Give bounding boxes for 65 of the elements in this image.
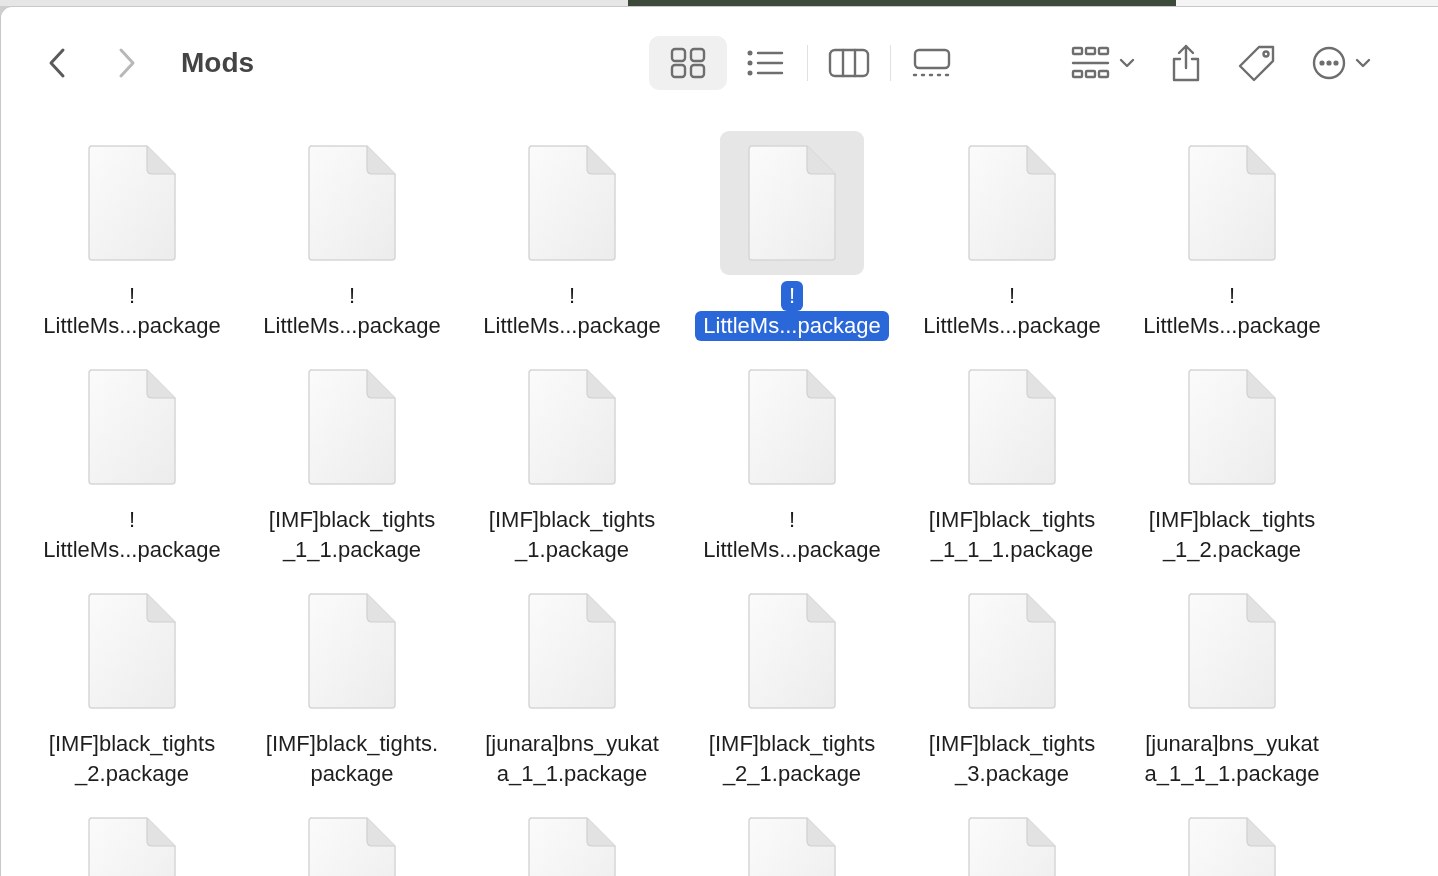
file-name: [IMF]black_tights: [927, 506, 1097, 534]
document-icon[interactable]: [747, 144, 837, 262]
document-icon[interactable]: [527, 144, 617, 262]
file-name: _2_1.package: [721, 760, 863, 788]
list-view-icon: [746, 48, 786, 78]
file-name: LittleMs...package: [922, 312, 1102, 340]
file-name: package: [309, 760, 395, 788]
file-name: [IMF]black_tights.: [264, 730, 440, 758]
folder-title: Mods: [181, 47, 256, 79]
file-name: _1_1_1.package: [929, 536, 1095, 564]
file-name: [IMF]black_tights: [267, 506, 437, 534]
view-mode-button[interactable]: [649, 36, 727, 90]
file-name: [junara]bns_yukat: [1144, 730, 1320, 758]
document-icon[interactable]: [747, 368, 837, 486]
file-name: _2.package: [73, 760, 190, 788]
file-name: [IMF]black_tights: [707, 730, 877, 758]
file-name: a_1_1_1.package: [1143, 760, 1321, 788]
file-name: !: [127, 506, 137, 534]
document-icon[interactable]: [307, 144, 397, 262]
file-name: [IMF]black_tights: [487, 506, 657, 534]
file-name: [junara]bns_yukat: [484, 730, 660, 758]
file-name: LittleMs...package: [42, 312, 222, 340]
document-icon[interactable]: [967, 144, 1057, 262]
file-name: LittleMs...package: [695, 311, 889, 341]
chevron-down-icon[interactable]: [1355, 58, 1371, 68]
file-name: !: [1227, 282, 1237, 310]
file-name: [IMF]black_tights: [47, 730, 217, 758]
document-icon[interactable]: [1187, 368, 1277, 486]
document-icon[interactable]: [307, 368, 397, 486]
file-name: _3.package: [953, 760, 1070, 788]
file-name: !: [787, 506, 797, 534]
group-grid-icon[interactable]: [1071, 46, 1111, 80]
document-icon[interactable]: [1187, 144, 1277, 262]
icon-view-icon: [670, 47, 706, 79]
document-icon[interactable]: [87, 144, 177, 262]
file-name: LittleMs...package: [702, 536, 882, 564]
file-name: !: [567, 282, 577, 310]
document-icon[interactable]: [527, 368, 617, 486]
file-name: LittleMs...package: [1142, 312, 1322, 340]
file-name: !: [1007, 282, 1017, 310]
file-name: _1_2.package: [1161, 536, 1303, 564]
file-name: [IMF]black_tights: [1147, 506, 1317, 534]
gallery-view-icon: [911, 48, 953, 78]
more-icon[interactable]: [1311, 45, 1347, 81]
document-icon[interactable]: [747, 592, 837, 710]
file-name: !: [347, 282, 357, 310]
file-name: _1.package: [513, 536, 630, 564]
file-name: a_1_1.package: [495, 760, 649, 788]
file-name: LittleMs...package: [262, 312, 442, 340]
document-icon[interactable]: [87, 592, 177, 710]
file-name: LittleMs...package: [42, 536, 222, 564]
document-icon[interactable]: [527, 592, 617, 710]
file-name: [IMF]black_tights: [927, 730, 1097, 758]
file-name: !: [780, 281, 804, 311]
file-name: LittleMs...package: [482, 312, 662, 340]
document-icon[interactable]: [307, 592, 397, 710]
document-icon[interactable]: [967, 592, 1057, 710]
column-view-icon: [828, 48, 870, 78]
document-icon[interactable]: [967, 368, 1057, 486]
document-icon[interactable]: [87, 368, 177, 486]
chevron-down-icon[interactable]: [1119, 58, 1135, 68]
tag-icon[interactable]: [1237, 44, 1277, 82]
document-icon[interactable]: [1187, 592, 1277, 710]
file-name: !: [127, 282, 137, 310]
file-name: _1_1.package: [281, 536, 423, 564]
